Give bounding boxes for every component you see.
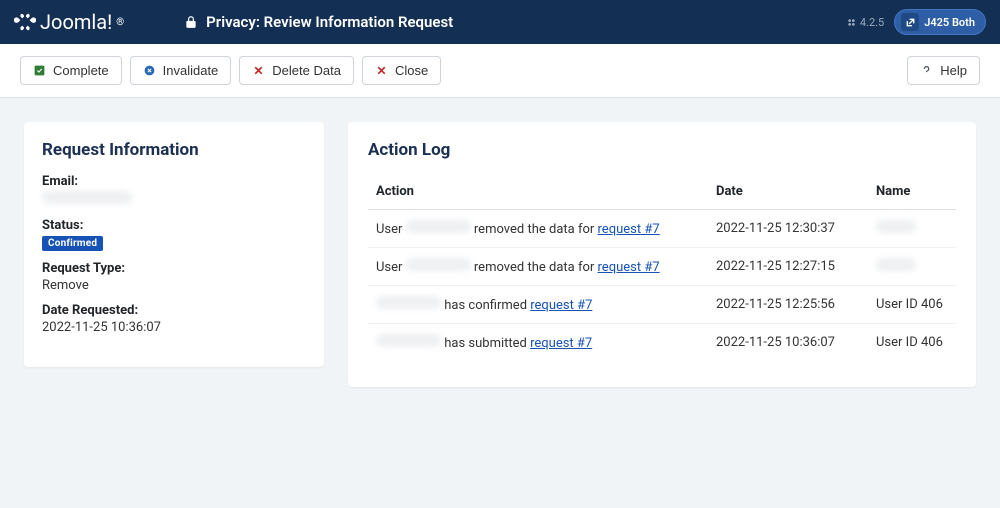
site-label: J425 Both bbox=[924, 16, 975, 29]
request-type-field: Request Type: Remove bbox=[42, 261, 306, 293]
col-header-name: Name bbox=[868, 174, 956, 210]
card-title: Action Log bbox=[368, 140, 956, 160]
field-value: 2022-11-25 10:36:07 bbox=[42, 320, 306, 335]
field-label: Status: bbox=[42, 218, 306, 233]
table-row: User removed the data for request #72022… bbox=[368, 210, 956, 248]
content-area: Request Information Email: Status: Confi… bbox=[0, 98, 1000, 411]
button-label: Delete Data bbox=[272, 63, 341, 78]
action-cell: User removed the data for request #7 bbox=[368, 248, 708, 286]
button-label: Complete bbox=[53, 63, 109, 78]
brand-name: Joomla! bbox=[40, 10, 112, 34]
x-circle-icon bbox=[143, 64, 156, 77]
field-label: Request Type: bbox=[42, 261, 306, 276]
field-label: Date Requested: bbox=[42, 303, 306, 318]
x-icon bbox=[252, 64, 265, 77]
question-icon bbox=[920, 64, 933, 77]
card-title: Request Information bbox=[42, 140, 306, 160]
table-row: User removed the data for request #72022… bbox=[368, 248, 956, 286]
joomla-icon bbox=[14, 11, 36, 33]
complete-button[interactable]: Complete bbox=[20, 56, 122, 85]
name-cell: User ID 406 bbox=[868, 286, 956, 324]
redacted-actor bbox=[376, 296, 441, 309]
request-link[interactable]: request #7 bbox=[598, 260, 660, 275]
request-link[interactable]: request #7 bbox=[530, 336, 592, 351]
toolbar: Complete Invalidate Delete Data Close He… bbox=[0, 44, 1000, 98]
name-cell bbox=[868, 248, 956, 286]
toolbar-spacer bbox=[449, 56, 899, 85]
status-badge: Confirmed bbox=[42, 236, 103, 251]
invalidate-button[interactable]: Invalidate bbox=[130, 56, 232, 85]
redacted-actor bbox=[406, 220, 471, 233]
redacted-name bbox=[876, 258, 916, 271]
brand-logo[interactable]: Joomla! ® bbox=[14, 10, 124, 34]
site-switcher-button[interactable]: J425 Both bbox=[894, 9, 986, 35]
version-tag[interactable]: 4.2.5 bbox=[846, 16, 884, 29]
top-right: 4.2.5 J425 Both bbox=[846, 9, 986, 35]
request-link[interactable]: request #7 bbox=[598, 222, 660, 237]
request-info-card: Request Information Email: Status: Confi… bbox=[24, 122, 324, 367]
status-field: Status: Confirmed bbox=[42, 218, 306, 251]
action-log-card: Action Log Action Date Name User removed… bbox=[348, 122, 976, 387]
brand-reg: ® bbox=[116, 17, 124, 28]
field-value bbox=[42, 191, 306, 208]
email-field: Email: bbox=[42, 174, 306, 208]
field-value: Remove bbox=[42, 278, 306, 293]
button-label: Close bbox=[395, 63, 428, 78]
version-text: 4.2.5 bbox=[860, 16, 884, 29]
external-link-icon bbox=[901, 13, 919, 31]
col-header-date: Date bbox=[708, 174, 868, 210]
date-cell: 2022-11-25 10:36:07 bbox=[708, 324, 868, 362]
date-requested-field: Date Requested: 2022-11-25 10:36:07 bbox=[42, 303, 306, 335]
button-label: Invalidate bbox=[163, 63, 219, 78]
page-title-text: Privacy: Review Information Request bbox=[206, 13, 453, 31]
page-title: Privacy: Review Information Request bbox=[184, 13, 846, 31]
redacted-actor bbox=[406, 258, 471, 271]
field-label: Email: bbox=[42, 174, 306, 189]
date-cell: 2022-11-25 12:27:15 bbox=[708, 248, 868, 286]
redacted-name bbox=[876, 220, 916, 233]
button-label: Help bbox=[940, 63, 967, 78]
top-bar: Joomla! ® Privacy: Review Information Req… bbox=[0, 0, 1000, 44]
date-cell: 2022-11-25 12:25:56 bbox=[708, 286, 868, 324]
lock-icon bbox=[184, 15, 198, 29]
redacted-email bbox=[42, 191, 132, 204]
action-log-table: Action Date Name User removed the data f… bbox=[368, 174, 956, 361]
name-cell: User ID 406 bbox=[868, 324, 956, 362]
close-button[interactable]: Close bbox=[362, 56, 441, 85]
action-cell: has submitted request #7 bbox=[368, 324, 708, 362]
check-square-icon bbox=[33, 64, 46, 77]
col-header-action: Action bbox=[368, 174, 708, 210]
field-value: Confirmed bbox=[42, 235, 306, 251]
x-icon bbox=[375, 64, 388, 77]
request-link[interactable]: request #7 bbox=[530, 298, 592, 313]
action-cell: has confirmed request #7 bbox=[368, 286, 708, 324]
table-row: has confirmed request #72022-11-25 12:25… bbox=[368, 286, 956, 324]
name-cell bbox=[868, 210, 956, 248]
action-cell: User removed the data for request #7 bbox=[368, 210, 708, 248]
redacted-actor bbox=[376, 334, 441, 347]
table-row: has submitted request #72022-11-25 10:36… bbox=[368, 324, 956, 362]
delete-data-button[interactable]: Delete Data bbox=[239, 56, 354, 85]
table-header-row: Action Date Name bbox=[368, 174, 956, 210]
date-cell: 2022-11-25 12:30:37 bbox=[708, 210, 868, 248]
help-button[interactable]: Help bbox=[907, 56, 980, 85]
joomla-small-icon bbox=[846, 17, 857, 28]
